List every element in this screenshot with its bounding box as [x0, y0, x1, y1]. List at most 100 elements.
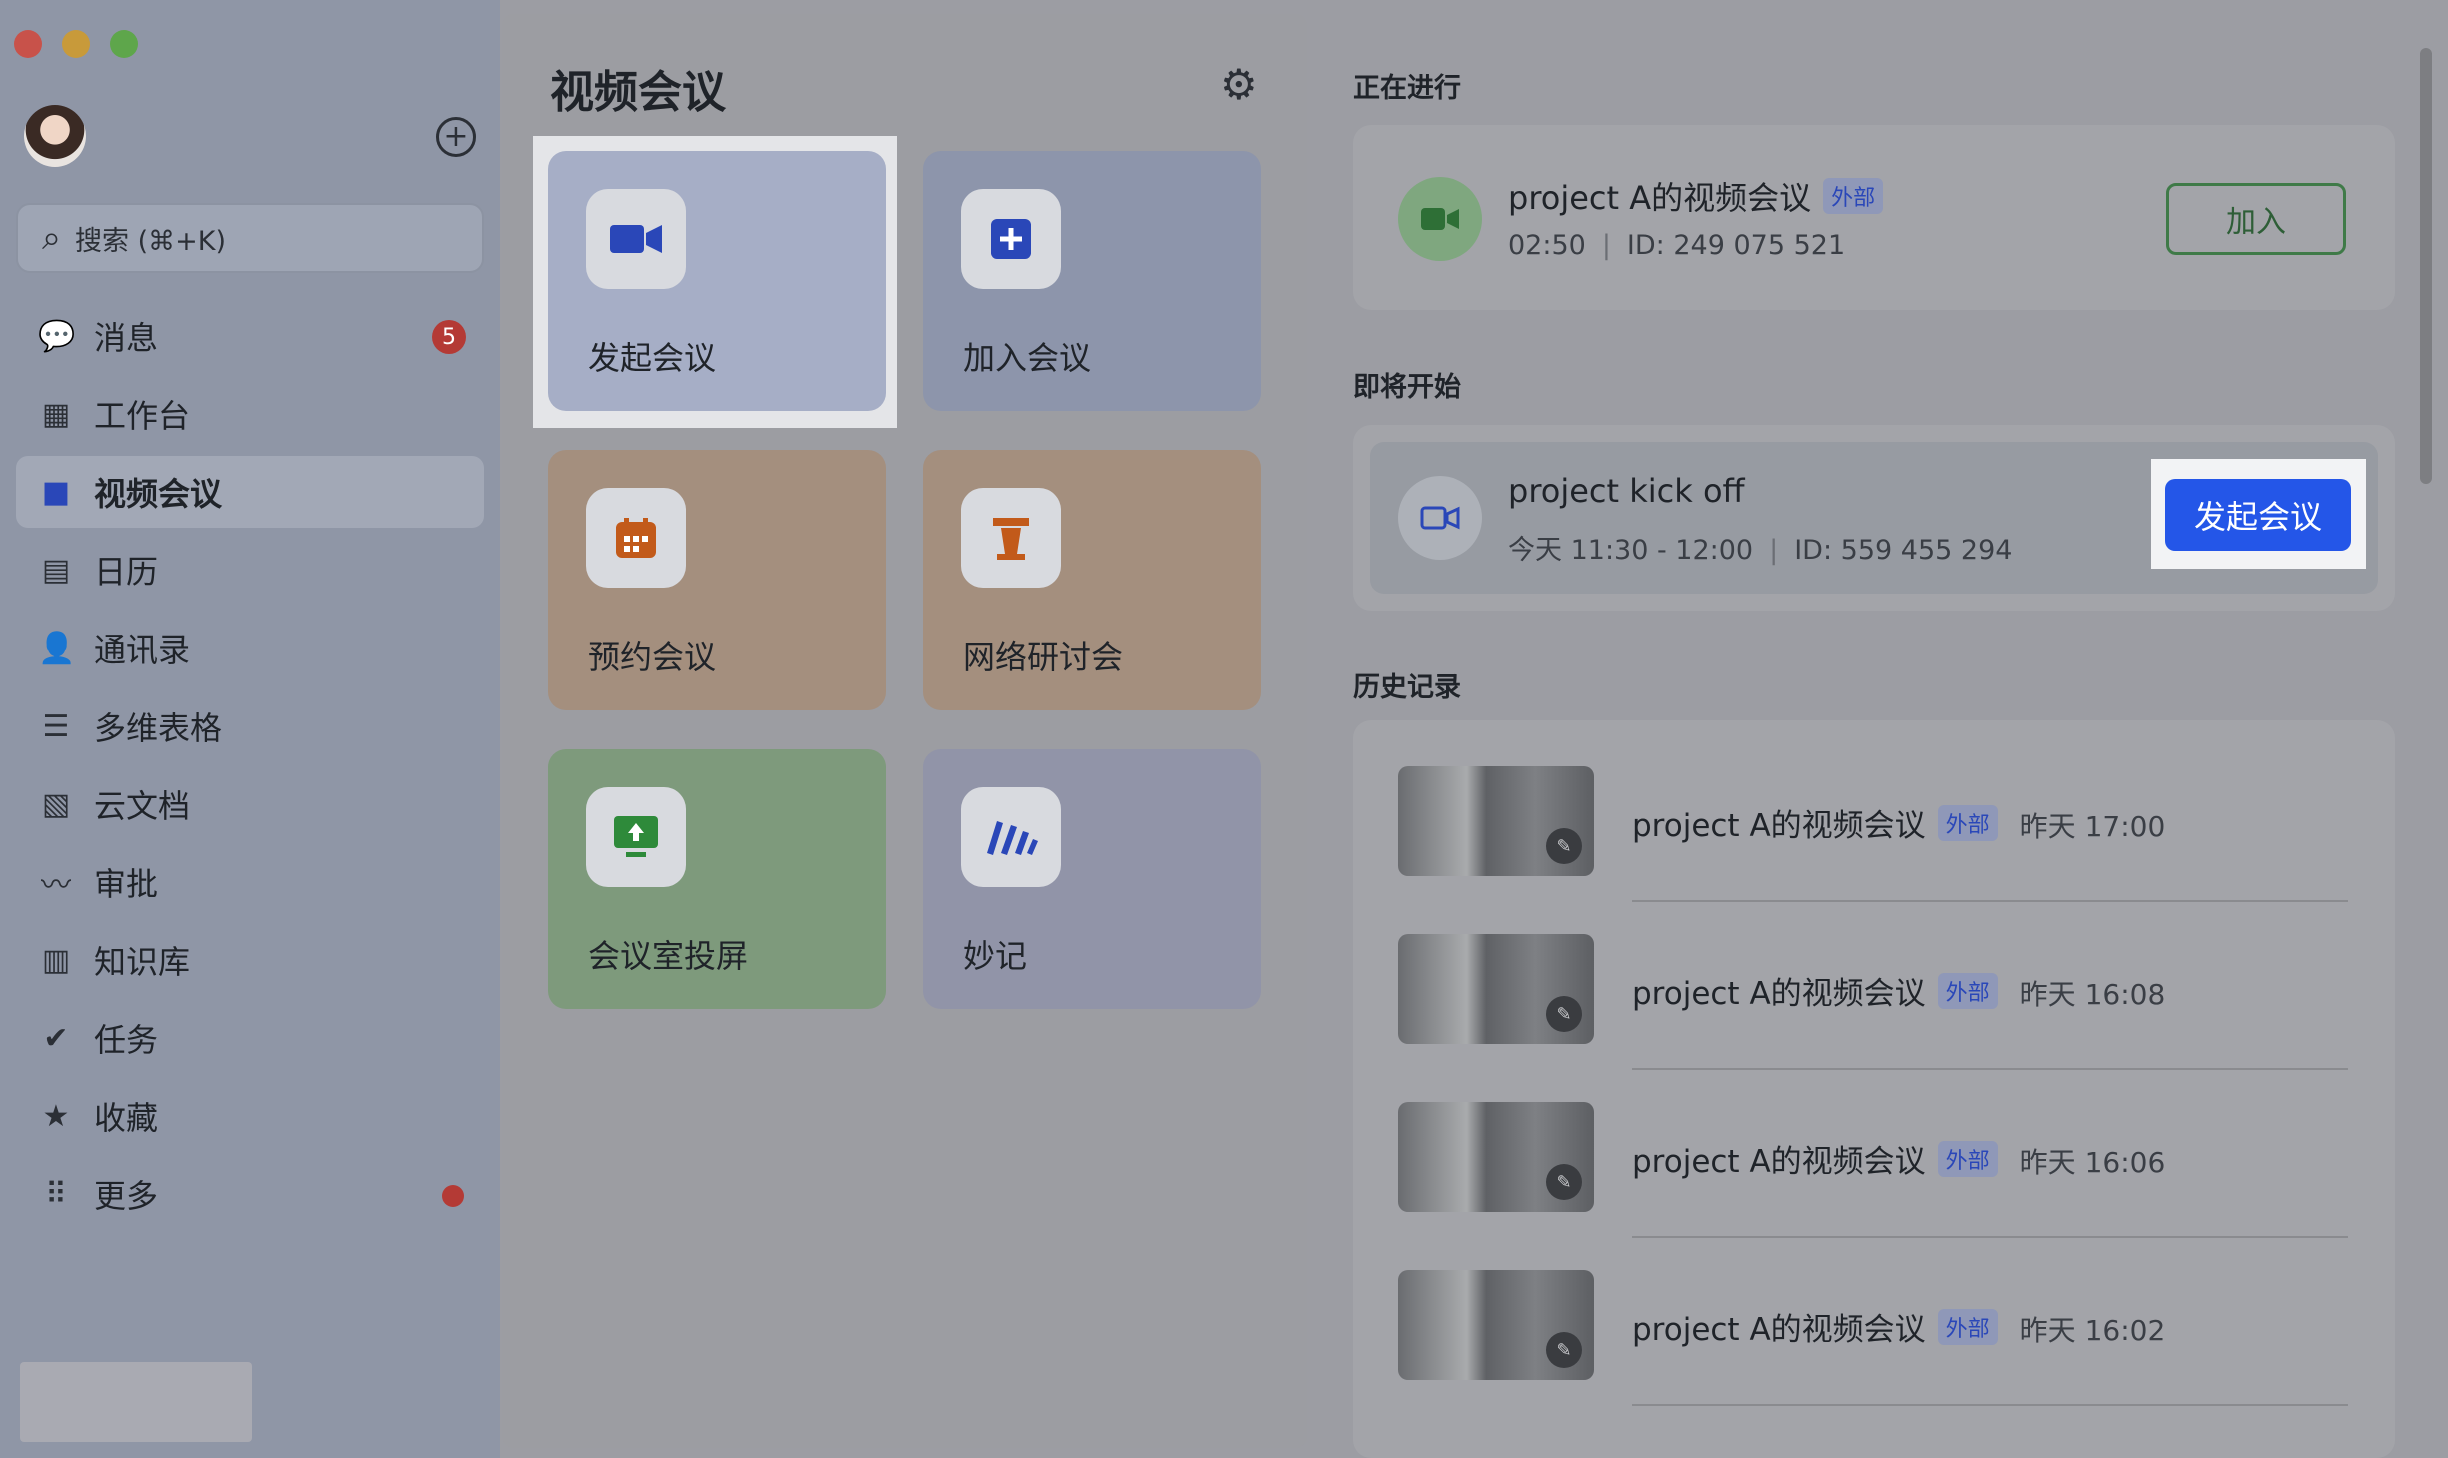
meeting-thumbnail: ✎	[1398, 1270, 1594, 1380]
meeting-thumbnail: ✎	[1398, 1102, 1594, 1212]
history-title-text: project A的视频会议	[1632, 808, 1926, 844]
tile-label: 会议室投屏	[588, 937, 749, 975]
sidebar-item-calendar[interactable]: ▤ 日历	[16, 534, 484, 606]
history-time: 昨天 17:00	[2019, 810, 2166, 843]
meeting-thumbnail: ✎	[1398, 934, 1594, 1044]
history-title-text: project A的视频会议	[1632, 1144, 1926, 1180]
sidebar-item-label: 工作台	[94, 397, 191, 435]
sidebar: + ⌕ 搜索 (⌘+K) 💬 消息 5 ▦ 工作台 ■ 视频会议 ▤ 日历 👤 …	[0, 0, 500, 1458]
sidebar-item-label: 消息	[94, 319, 159, 357]
external-tag: 外部	[1937, 805, 1998, 841]
external-tag: 外部	[1937, 973, 1998, 1009]
start-meeting-tile[interactable]: 发起会议	[548, 151, 886, 411]
webinar-tile[interactable]: 网络研讨会	[923, 450, 1261, 710]
wiki-icon: ▥	[41, 942, 71, 978]
base-table-icon: ☰	[42, 708, 70, 744]
sidebar-item-label: 视频会议	[94, 475, 223, 513]
history-title-text: project A的视频会议	[1632, 976, 1926, 1012]
sidebar-item-tasks[interactable]: ✔ 任务	[16, 1002, 484, 1074]
close-window-button[interactable]	[14, 30, 42, 58]
list-item[interactable]: ✎ project A的视频会议 外部 昨天 16:06	[1398, 1056, 2348, 1238]
sidebar-item-label: 任务	[94, 1021, 159, 1059]
video-camera-icon	[586, 189, 686, 289]
sidebar-item-approval[interactable]: 〰 审批	[16, 846, 484, 918]
scrollbar[interactable]	[2420, 48, 2432, 484]
minutes-tile[interactable]: 妙记	[923, 749, 1261, 1009]
history-item-title: project A的视频会议 外部 昨天 16:08	[1632, 968, 2165, 1013]
minutes-icon: ✎	[1546, 828, 1582, 864]
meeting-id: ID: 249 075 521	[1626, 230, 1846, 261]
history-item-title: project A的视频会议 外部 昨天 17:00	[1632, 800, 2165, 845]
search-icon: ⌕	[42, 218, 62, 258]
meeting-title: project A的视频会议 外部	[1508, 173, 1884, 219]
sidebar-item-label: 审批	[94, 865, 159, 903]
calendar-icon: ▤	[41, 552, 71, 588]
history-time: 昨天 16:02	[2019, 1314, 2166, 1347]
sidebar-item-label: 日历	[94, 553, 159, 591]
join-meeting-tile[interactable]: 加入会议	[923, 151, 1261, 411]
meeting-title: project kick off	[1508, 472, 1745, 510]
tile-label: 发起会议	[588, 339, 717, 377]
sidebar-item-messages[interactable]: 💬 消息 5	[16, 300, 484, 372]
search-placeholder: 搜索 (⌘+K)	[75, 225, 227, 257]
unread-badge: 5	[432, 320, 466, 354]
contacts-icon: 👤	[38, 630, 76, 666]
sidebar-item-label: 知识库	[94, 943, 191, 981]
meeting-meta: 02:50 | ID: 249 075 521	[1508, 230, 1845, 261]
join-button[interactable]: 加入	[2166, 183, 2346, 255]
app-window: + ⌕ 搜索 (⌘+K) 💬 消息 5 ▦ 工作台 ■ 视频会议 ▤ 日历 👤 …	[0, 0, 2448, 1458]
sidebar-nav: 💬 消息 5 ▦ 工作台 ■ 视频会议 ▤ 日历 👤 通讯录 ☰ 多维表格 ▧ …	[16, 300, 484, 1236]
ongoing-section-title: 正在进行	[1353, 73, 1461, 104]
minutes-icon	[961, 787, 1061, 887]
sidebar-item-label: 更多	[94, 1177, 159, 1215]
settings-gear-icon[interactable]: ⚙	[1220, 60, 1258, 109]
room-casting-tile[interactable]: 会议室投屏	[548, 749, 886, 1009]
minimize-window-button[interactable]	[62, 30, 90, 58]
cloud-doc-icon: ▧	[41, 786, 71, 822]
schedule-meeting-tile[interactable]: 预约会议	[548, 450, 886, 710]
more-grid-icon: ⠿	[45, 1176, 67, 1212]
sidebar-item-label: 多维表格	[94, 709, 223, 747]
external-tag: 外部	[1823, 178, 1884, 214]
task-icon: ✔	[43, 1020, 69, 1056]
sidebar-item-video-meeting[interactable]: ■ 视频会议	[16, 456, 484, 528]
minutes-icon: ✎	[1546, 996, 1582, 1032]
zoom-window-button[interactable]	[110, 30, 138, 58]
sidebar-item-wiki[interactable]: ▥ 知识库	[16, 924, 484, 996]
sidebar-item-favorites[interactable]: ★ 收藏	[16, 1080, 484, 1152]
calendar-grid-icon	[586, 488, 686, 588]
history-list: ✎ project A的视频会议 外部 昨天 17:00 ✎ project A的视…	[1353, 720, 2395, 1458]
sidebar-item-label: 收藏	[94, 1099, 159, 1137]
tile-label: 妙记	[963, 937, 1028, 975]
tile-label: 网络研讨会	[963, 638, 1124, 676]
search-input[interactable]: ⌕ 搜索 (⌘+K)	[16, 203, 484, 273]
video-camera-icon	[1398, 177, 1482, 261]
user-avatar[interactable]	[24, 105, 86, 167]
workspace-icon: ▦	[41, 396, 71, 432]
list-item[interactable]: ✎ project A的视频会议 外部 昨天 16:08	[1398, 888, 2348, 1070]
list-item[interactable]: ✎ project A的视频会议 外部 昨天 16:02	[1398, 1224, 2348, 1406]
sidebar-item-contacts[interactable]: 👤 通讯录	[16, 612, 484, 684]
history-time: 昨天 16:08	[2019, 978, 2166, 1011]
ongoing-meeting-card[interactable]: project A的视频会议 外部 02:50 | ID: 249 075 521 加…	[1353, 125, 2395, 310]
create-plus-button[interactable]: +	[436, 117, 476, 157]
sidebar-item-label: 云文档	[94, 787, 191, 825]
video-camera-outline-icon	[1398, 476, 1482, 560]
divider	[1632, 1404, 2348, 1406]
tile-label: 预约会议	[588, 638, 717, 676]
notification-dot	[442, 1185, 464, 1207]
external-tag: 外部	[1937, 1309, 1998, 1345]
external-tag: 外部	[1937, 1141, 1998, 1177]
window-controls	[14, 30, 138, 58]
star-icon: ★	[42, 1098, 70, 1134]
list-item[interactable]: ✎ project A的视频会议 外部 昨天 17:00	[1398, 720, 2348, 902]
plus-icon: +	[443, 119, 469, 154]
approval-icon: 〰	[41, 868, 71, 903]
sidebar-item-workspace[interactable]: ▦ 工作台	[16, 378, 484, 450]
start-meeting-button[interactable]: 发起会议	[2165, 479, 2351, 551]
sidebar-item-base[interactable]: ☰ 多维表格	[16, 690, 484, 762]
history-section-title: 历史记录	[1353, 672, 1461, 703]
sidebar-item-docs[interactable]: ▧ 云文档	[16, 768, 484, 840]
sidebar-item-more[interactable]: ⠿ 更多	[16, 1158, 484, 1230]
message-icon: 💬	[38, 318, 76, 354]
